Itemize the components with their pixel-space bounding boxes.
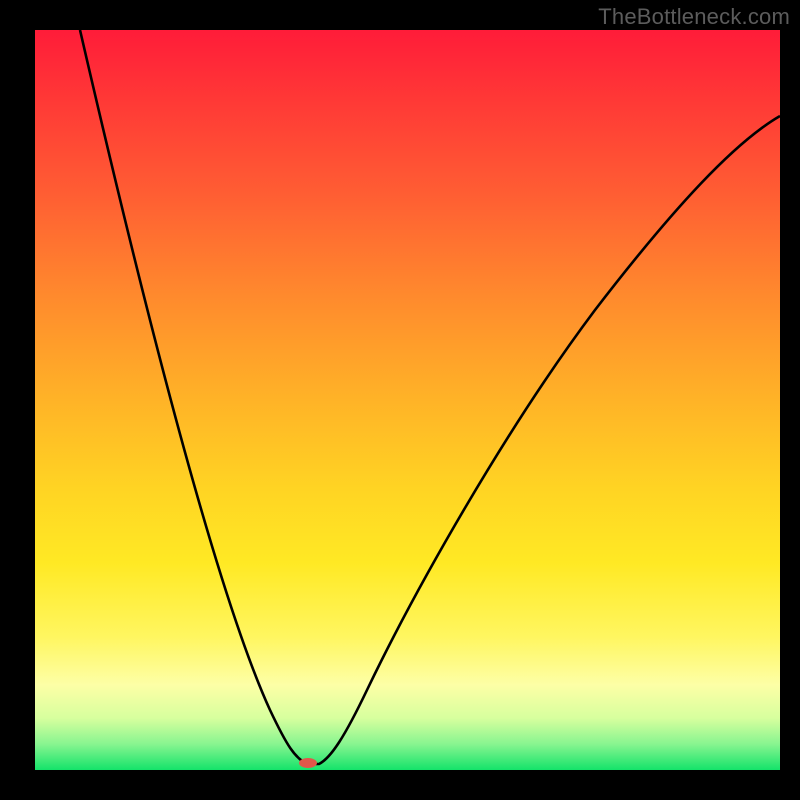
plot-svg bbox=[35, 30, 780, 770]
plot-area bbox=[35, 30, 780, 770]
valley-marker bbox=[299, 758, 317, 768]
chart-frame: TheBottleneck.com bbox=[0, 0, 800, 800]
watermark-text: TheBottleneck.com bbox=[598, 4, 790, 30]
gradient-background bbox=[35, 30, 780, 770]
